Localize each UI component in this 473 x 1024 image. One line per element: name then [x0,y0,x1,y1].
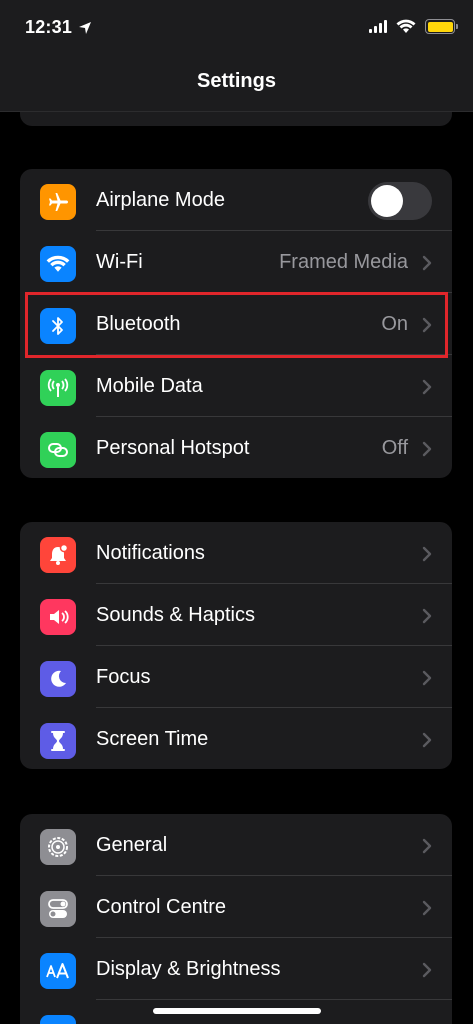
chevron-right-icon [422,441,432,457]
general-label: General [96,833,168,856]
chevron-right-icon [422,379,432,395]
notifications-row[interactable]: Notifications [20,522,452,584]
chevron-right-icon [422,838,432,854]
switches-icon [40,891,76,927]
speaker-icon [40,599,76,635]
personal-hotspot-row[interactable]: Personal Hotspot Off [20,417,452,478]
status-indicators [369,19,458,34]
navigation-header: 12:31 Settings [0,0,473,112]
status-time: 12:31 [25,17,73,37]
mobile-data-row[interactable]: Mobile Data [20,355,452,417]
control-centre-row[interactable]: Control Centre [20,876,452,938]
toggle-knob [371,185,403,217]
wifi-label: Wi-Fi [96,250,143,273]
antenna-icon [40,370,76,406]
display-brightness-label: Display & Brightness [96,957,281,980]
text-size-icon [40,953,76,989]
battery-icon [425,19,458,34]
moon-icon [40,661,76,697]
sounds-haptics-row[interactable]: Sounds & Haptics [20,584,452,646]
focus-label: Focus [96,665,151,688]
previous-group-edge [20,112,452,126]
wifi-network-value: Framed Media [279,250,408,273]
airplane-mode-toggle[interactable] [368,182,432,220]
bell-icon [40,537,76,573]
mobile-data-label: Mobile Data [96,374,203,397]
chevron-right-icon [422,732,432,748]
personal-hotspot-label: Personal Hotspot [96,436,250,459]
wifi-status-icon [396,19,416,33]
notifications-group: Notifications Sounds & Haptics Focus Scr… [20,522,452,769]
page-title: Settings [197,70,276,92]
wifi-row[interactable]: Wi-Fi Framed Media [20,231,452,293]
gear-icon [40,829,76,865]
display-brightness-row[interactable]: Display & Brightness [20,938,452,1000]
general-group: General Control Centre Display & Brightn… [20,814,452,1024]
airplane-icon [40,184,76,220]
chevron-right-icon [422,608,432,624]
airplane-mode-label: Airplane Mode [96,188,225,211]
focus-row[interactable]: Focus [20,646,452,708]
general-row[interactable]: General [20,814,452,876]
sounds-haptics-label: Sounds & Haptics [96,603,255,626]
home-indicator[interactable] [153,1008,321,1014]
notifications-label: Notifications [96,541,205,564]
hourglass-icon [40,723,76,759]
hotspot-status-value: Off [381,436,408,459]
bluetooth-highlight-box [25,292,448,358]
chevron-right-icon [422,900,432,916]
chevron-right-icon [422,670,432,686]
chevron-right-icon [422,962,432,978]
location-arrow-icon [79,22,91,34]
hotspot-link-icon [40,432,76,468]
screen-time-row[interactable]: Screen Time [20,708,452,769]
home-screen-icon [40,1015,76,1024]
chevron-right-icon [422,255,432,271]
wifi-icon [40,246,76,282]
cellular-signal-icon [369,20,387,33]
chevron-right-icon [422,546,432,562]
screen-time-label: Screen Time [96,727,209,750]
airplane-mode-row: Airplane Mode [20,169,452,231]
control-centre-label: Control Centre [96,895,227,918]
